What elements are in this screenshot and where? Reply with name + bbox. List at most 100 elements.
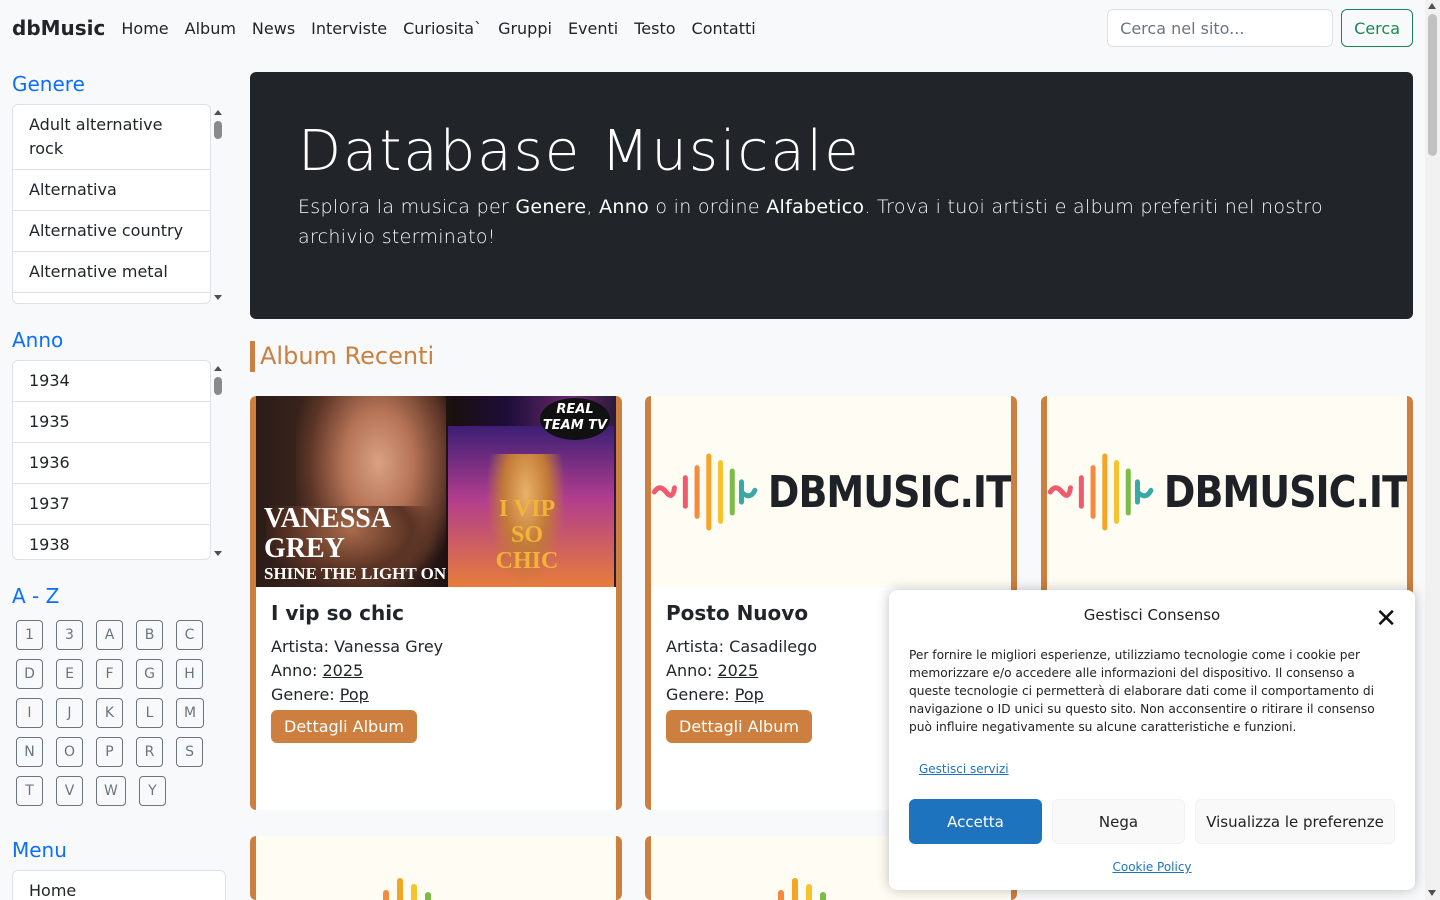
az-letter-button[interactable]: V [56,776,83,806]
album-year: Anno: 2025 [271,661,364,680]
album-genre-link[interactable]: Pop [340,685,369,704]
dbmusic-waveform-icon [1047,452,1154,531]
genre-item[interactable]: Alternativa [13,170,210,211]
menu-item-home[interactable]: Home [13,871,225,900]
album-cover-image[interactable]: DBMUSIC.IT [651,396,1011,587]
az-letter-button[interactable]: W [96,776,126,806]
az-letter-button[interactable]: S [176,737,204,767]
manage-services-link[interactable]: Gestisci servizi [919,762,1009,776]
az-letter-button[interactable]: I [16,698,43,728]
album-cover-image[interactable]: VANESSA GREY SHINE THE LIGHT ON I VIP SO… [256,396,616,587]
scroll-down-arrow-icon[interactable] [214,295,222,300]
az-letter-button[interactable]: G [136,659,163,689]
az-letter-button[interactable]: R [136,737,164,767]
az-letter-button[interactable]: M [176,698,205,728]
year-list: 1934 1935 1936 1937 1938 [12,360,226,560]
album-year-link[interactable]: 2025 [718,661,759,680]
nav-interviste[interactable]: Interviste [311,19,387,38]
hero-bold-year: Anno [599,196,650,219]
scroll-down-arrow-icon[interactable] [1428,890,1436,896]
scroll-down-arrow-icon[interactable] [214,551,222,556]
scroll-up-arrow-icon[interactable] [214,366,222,371]
scroll-up-arrow-icon[interactable] [214,110,222,115]
az-letter-button[interactable]: L [136,698,163,728]
year-item[interactable]: 1934 [13,361,210,402]
year-item[interactable]: 1936 [13,443,210,484]
consent-body: Per fornire le migliori esperienze, util… [909,648,1375,734]
close-icon[interactable]: ✕ [1375,604,1397,634]
album-details-button[interactable]: Dettagli Album [271,710,417,743]
nav-testo[interactable]: Testo [634,19,675,38]
brand-logo[interactable]: dbMusic [12,16,105,40]
cover-artist-name: VANESSA GREY [264,503,390,564]
cover-badge-logo: REAL TEAM TV [540,398,610,440]
sidebar: Genere Adult alternative rock Alternativ… [12,56,226,900]
album-cover-image[interactable]: DBMUSIC.IT [1047,396,1407,587]
hero-bold-alpha: Alfabetico [766,196,865,219]
az-letter-button[interactable]: C [176,620,203,650]
az-letter-button[interactable]: A [96,620,123,650]
az-letter-button[interactable]: P [96,737,124,767]
cover-logo-text: DBMUSIC.IT [767,466,1011,517]
search-input[interactable] [1107,9,1334,47]
search-button[interactable]: Cerca [1341,9,1413,47]
cover-title: I VIP SO CHIC [495,496,559,574]
az-letter-button[interactable]: 1 [16,620,43,650]
genre-item[interactable] [13,293,210,303]
scroll-up-arrow-icon[interactable] [1428,3,1436,9]
nav-curiosita[interactable]: Curiosita` [403,19,482,38]
year-list-scrollbar[interactable] [211,360,226,560]
navbar: dbMusic Home Album News Interviste Curio… [0,0,1425,56]
view-preferences-button[interactable]: Visualizza le preferenze [1195,799,1395,844]
az-letter-button[interactable]: T [16,776,43,806]
az-letter-button[interactable]: H [176,659,203,689]
genre-heading: Genere [12,72,85,96]
nav-eventi[interactable]: Eventi [568,19,618,38]
deny-button[interactable]: Nega [1052,799,1185,844]
az-letter-button[interactable]: B [136,620,163,650]
nav-news[interactable]: News [252,19,295,38]
album-details-button[interactable]: Dettagli Album [666,710,812,743]
year-heading: Anno [12,328,64,352]
year-item[interactable]: 1937 [13,484,210,525]
az-letter-button[interactable]: 3 [56,620,83,650]
consent-title: Gestisci Consenso [1083,606,1221,624]
nav-contatti[interactable]: Contatti [692,19,756,38]
az-letter-button[interactable]: K [96,698,123,728]
az-letter-button[interactable]: D [16,659,43,689]
scroll-thumb[interactable] [214,377,222,395]
cookie-policy-link[interactable]: Cookie Policy [909,860,1395,874]
genre-item[interactable]: Adult alternative rock [13,105,210,170]
accept-button[interactable]: Accetta [909,799,1042,844]
album-title: I vip so chic [271,601,404,625]
az-letter-button[interactable]: J [56,698,83,728]
album-cover-image[interactable] [256,836,616,900]
scroll-thumb[interactable] [214,121,222,139]
az-letter-button[interactable]: N [16,737,43,767]
cover-logo-text: DBMUSIC.IT [1163,466,1407,517]
genre-item[interactable]: Alternative country [13,211,210,252]
nav-home[interactable]: Home [121,19,168,38]
az-letter-button[interactable]: O [56,737,84,767]
page-scrollbar[interactable] [1425,0,1440,900]
genre-item[interactable]: Alternative metal [13,252,210,293]
genre-list: Adult alternative rock Alternativa Alter… [12,104,226,304]
year-item[interactable]: 1935 [13,402,210,443]
cookie-consent-dialog: Gestisci Consenso ✕ Per fornire le migli… [889,590,1415,890]
genre-list-scrollbar[interactable] [211,104,226,304]
hero-title: Database Musicale [298,119,861,184]
dbmusic-waveform-icon [778,878,826,900]
az-letter-button[interactable]: F [96,659,123,689]
az-heading: A - Z [12,584,60,608]
az-letter-grid: 13ABC DEFGH IJKLM NOPRS TVWY [12,620,222,815]
album-year-link[interactable]: 2025 [323,661,364,680]
az-letter-button[interactable]: E [56,659,83,689]
dbmusic-waveform-icon [651,452,758,531]
scroll-thumb[interactable] [1428,14,1437,156]
album-genre-link[interactable]: Pop [735,685,764,704]
year-item[interactable]: 1938 [13,525,210,559]
az-letter-button[interactable]: Y [138,776,166,806]
nav-album[interactable]: Album [185,19,236,38]
nav-gruppi[interactable]: Gruppi [498,19,552,38]
search-form: Cerca [1107,9,1413,47]
